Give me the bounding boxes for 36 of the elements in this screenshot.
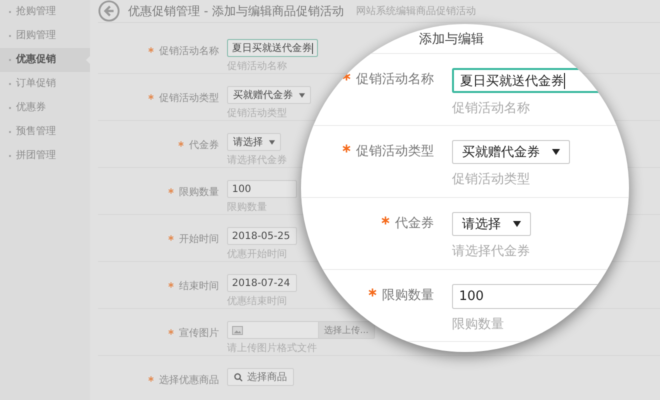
file-field[interactable]	[227, 321, 319, 339]
caret-icon	[299, 92, 305, 98]
field-label: 限购数量	[168, 187, 219, 198]
select-products-button[interactable]: 选择商品	[227, 368, 294, 386]
field-label: 开始时间	[168, 234, 219, 245]
dropdown[interactable]: 买就赠代金券	[452, 140, 570, 164]
field-hint: 限购数量	[452, 316, 504, 333]
dropdown[interactable]: 请选择	[227, 133, 281, 151]
field-label: 代金券	[381, 216, 434, 231]
sidebar-item[interactable]: 优惠促销	[0, 48, 90, 72]
field-label: 宣传图片	[168, 328, 219, 339]
field-hint: 促销活动类型	[452, 171, 530, 188]
field-hint: 促销活动名称	[452, 100, 530, 117]
field-label: 促销活动名称	[148, 46, 219, 57]
field-label: 促销活动类型	[148, 93, 219, 104]
field-hint: 请选择代金券	[452, 243, 530, 260]
caret-icon	[513, 221, 521, 227]
section-heading: 添加与编辑	[419, 32, 484, 47]
field-label: 代金券	[178, 140, 219, 151]
page-subtitle: 网站系统编辑商品促销活动	[356, 4, 476, 18]
field-label: 促销活动名称	[342, 72, 434, 87]
image-icon	[232, 326, 243, 334]
caret-icon	[552, 149, 560, 155]
text-field[interactable]: 2018-07-24	[227, 274, 297, 292]
field-label: 促销活动类型	[342, 144, 434, 159]
text-field[interactable]: 100	[227, 180, 297, 198]
field-label: 选择优惠商品	[148, 375, 219, 386]
page-title: 优惠促销管理 - 添加与编辑商品促销活动	[128, 2, 344, 20]
field-label: 限购数量	[368, 288, 434, 303]
field-label: 结束时间	[168, 281, 219, 292]
dropdown[interactable]: 买就赠代金券	[227, 86, 311, 104]
search-icon	[234, 372, 243, 382]
caret-icon	[269, 140, 275, 144]
text-field[interactable]: 2018-05-25	[227, 227, 297, 245]
text-field[interactable]: 夏日买就送代金券	[227, 39, 318, 57]
dropdown[interactable]: 请选择	[452, 212, 531, 236]
